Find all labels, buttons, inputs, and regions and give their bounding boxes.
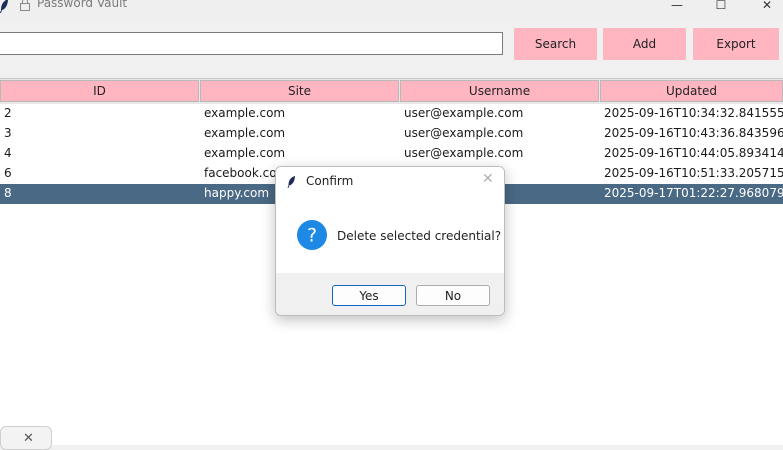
cell-updated: 2025-09-16T10:44:05.893414: [604, 146, 783, 160]
dialog-message: Delete selected credential?: [337, 229, 502, 243]
table-row[interactable]: 2 example.com user@example.com 2025-09-1…: [0, 104, 783, 124]
search-input[interactable]: [0, 32, 503, 55]
dialog-close-button[interactable]: ✕: [482, 171, 494, 187]
cell-updated: 2025-09-16T10:43:36.843596: [604, 126, 783, 140]
table-header: ID Site Username Updated: [0, 79, 783, 104]
lock-icon: [20, 0, 30, 11]
cell-site: example.com: [204, 126, 286, 140]
dialog-footer: Yes No: [276, 273, 504, 315]
maximize-button[interactable]: ☐: [698, 0, 744, 16]
cell-id: 3: [4, 126, 12, 140]
column-header-site[interactable]: Site: [200, 80, 399, 102]
window-title: Password Vault: [37, 0, 128, 10]
notification-toast: ✕: [0, 426, 52, 450]
yes-button[interactable]: Yes: [332, 285, 406, 306]
add-button[interactable]: Add: [603, 28, 686, 60]
column-header-username[interactable]: Username: [400, 80, 599, 102]
cell-site: example.com: [204, 106, 286, 120]
cell-id: 4: [4, 146, 12, 160]
dialog-body: ? Delete selected credential?: [276, 195, 504, 273]
cell-id: 8: [4, 186, 12, 200]
no-button[interactable]: No: [416, 285, 490, 306]
feather-icon: [0, 0, 8, 13]
question-glyph: ?: [307, 225, 317, 247]
search-button[interactable]: Search: [514, 28, 597, 60]
cell-id: 6: [4, 166, 12, 180]
cell-username: user@example.com: [404, 106, 524, 120]
export-button[interactable]: Export: [693, 28, 779, 60]
column-header-updated[interactable]: Updated: [600, 80, 783, 102]
confirm-dialog: Confirm ✕ ? Delete selected credential? …: [275, 166, 505, 316]
minimize-button[interactable]: —: [654, 0, 700, 16]
table-row[interactable]: 4 example.com user@example.com 2025-09-1…: [0, 144, 783, 164]
feather-icon: [287, 176, 295, 188]
cell-updated: 2025-09-17T01:22:27.968079: [604, 186, 783, 200]
cell-id: 2: [4, 106, 12, 120]
table-row[interactable]: 3 example.com user@example.com 2025-09-1…: [0, 124, 783, 144]
cell-site: happy.com: [204, 186, 270, 200]
dialog-title: Confirm: [306, 174, 354, 188]
toolbar: Search Add Export: [0, 20, 783, 70]
cell-username: user@example.com: [404, 126, 524, 140]
column-header-id[interactable]: ID: [0, 80, 199, 102]
cell-username: user@example.com: [404, 146, 524, 160]
cell-updated: 2025-09-16T10:51:33.205715: [604, 166, 783, 180]
close-button[interactable]: ✕: [744, 0, 783, 16]
question-icon: ?: [297, 220, 327, 250]
cell-updated: 2025-09-16T10:34:32.841555: [604, 106, 783, 120]
cell-site: example.com: [204, 146, 286, 160]
title-bar: Password Vault — ☐ ✕: [0, 0, 783, 20]
dialog-title-bar: Confirm ✕: [276, 167, 504, 195]
